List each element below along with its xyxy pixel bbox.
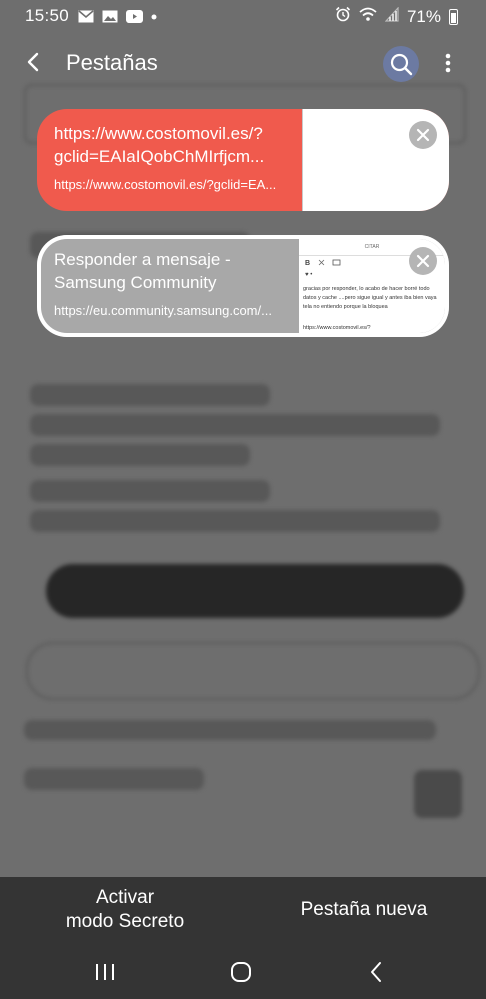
tab-url: https://www.costomovil.es/?gclid=EA...	[54, 177, 277, 192]
tabs-header: Pestañas	[0, 36, 486, 90]
new-tab-button[interactable]: Pestaña nueva	[262, 877, 466, 943]
search-button[interactable]	[383, 46, 419, 82]
tab-title: Responder a mensaje - Samsung Community	[54, 250, 231, 292]
close-icon	[416, 128, 430, 142]
close-tab-button[interactable]	[409, 247, 437, 275]
status-bar: 15:50 71%	[0, 0, 486, 32]
thumbnail-message-text: gracias por responder, lo acabo de hacer…	[303, 286, 437, 310]
tab-card-samsung-community[interactable]: Responder a mensaje - Samsung Community …	[37, 235, 449, 337]
close-tab-button[interactable]	[409, 121, 437, 149]
status-right: 71%	[335, 5, 458, 27]
bottom-action-bar: Activar modo Secreto Pestaña nueva	[0, 877, 486, 943]
back-nav-icon	[371, 962, 381, 982]
svg-text:♥ •: ♥ •	[305, 272, 312, 278]
battery-level: 71%	[406, 6, 441, 26]
gallery-icon	[102, 8, 118, 23]
dot-icon	[150, 8, 166, 22]
back-arrow-icon	[27, 52, 39, 72]
home-icon	[231, 962, 251, 982]
system-nav-bar	[0, 943, 486, 999]
tab-card-costomovil[interactable]: https://www.costomovil.es/?gclid=EAIaIQo…	[37, 109, 449, 211]
battery-icon	[449, 8, 458, 25]
recents-icon	[96, 964, 114, 980]
back-nav-button[interactable]	[362, 957, 392, 987]
signal-icon	[384, 5, 399, 27]
close-icon	[416, 254, 430, 268]
recents-button[interactable]	[90, 957, 120, 987]
secret-mode-button[interactable]: Activar modo Secreto	[20, 877, 230, 943]
youtube-icon	[126, 8, 143, 23]
status-left-icons	[78, 8, 166, 23]
search-icon	[390, 53, 413, 76]
more-options-button[interactable]	[436, 48, 460, 78]
alarm-icon	[335, 6, 351, 27]
thumbnail-url: https://www.costomovil.es/?	[303, 325, 371, 331]
more-vert-icon	[445, 53, 451, 73]
thumbnail-editor-icons: B ♥ •	[303, 257, 363, 281]
svg-text:B: B	[305, 260, 310, 267]
wifi-icon	[359, 7, 377, 27]
secret-mode-label: Activar modo Secreto	[65, 887, 185, 932]
new-tab-label: Pestaña nueva	[300, 899, 428, 920]
home-button[interactable]	[226, 957, 256, 987]
back-button[interactable]	[20, 48, 48, 76]
page-title: Pestañas	[66, 50, 158, 75]
gmail-icon	[78, 8, 94, 23]
status-time: 15:50	[25, 6, 70, 25]
tab-title: https://www.costomovil.es/?gclid=EAIaIQo…	[54, 124, 265, 166]
tab-url: https://eu.community.samsung.com/...	[54, 303, 272, 318]
